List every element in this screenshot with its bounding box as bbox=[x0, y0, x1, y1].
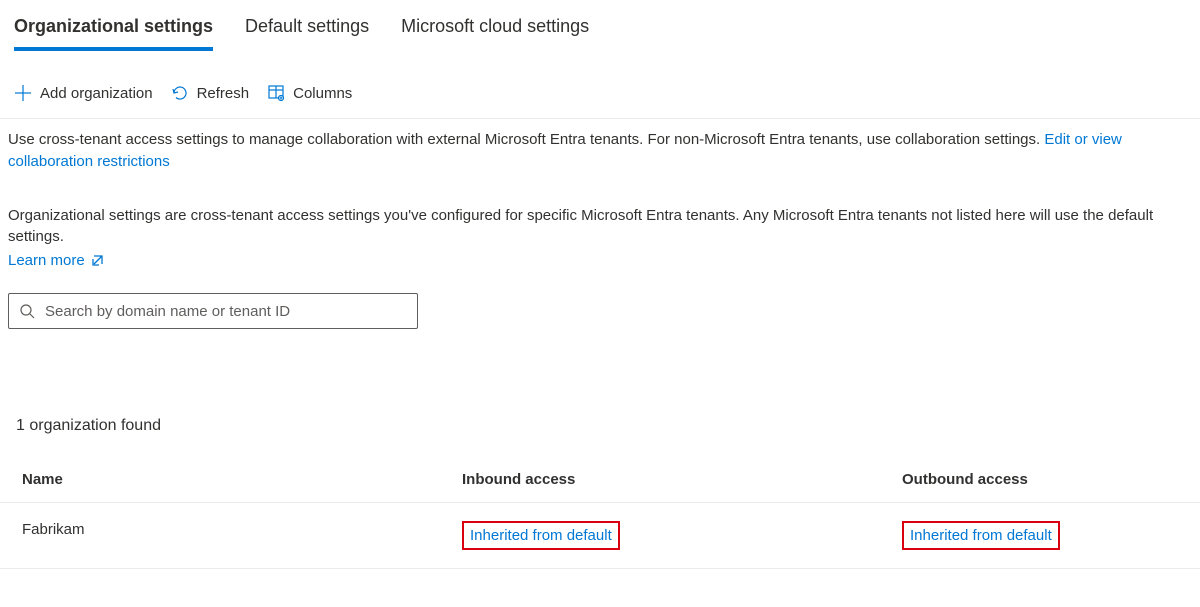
columns-button[interactable]: Columns bbox=[267, 84, 352, 102]
tab-default-settings[interactable]: Default settings bbox=[245, 8, 369, 51]
refresh-icon bbox=[171, 84, 189, 102]
tab-microsoft-cloud-settings[interactable]: Microsoft cloud settings bbox=[401, 8, 589, 51]
learn-more-container: Learn more bbox=[0, 248, 1200, 287]
header-inbound[interactable]: Inbound access bbox=[462, 471, 902, 488]
organizations-table: Name Inbound access Outbound access Fabr… bbox=[0, 457, 1200, 569]
tabs-container: Organizational settings Default settings… bbox=[0, 0, 1200, 52]
result-count: 1 organization found bbox=[0, 329, 1200, 457]
search-icon bbox=[19, 303, 35, 319]
description-line2: Organizational settings are cross-tenant… bbox=[8, 207, 1153, 246]
outbound-access-link[interactable]: Inherited from default bbox=[902, 521, 1060, 550]
inbound-access-link[interactable]: Inherited from default bbox=[462, 521, 620, 550]
plus-icon bbox=[14, 84, 32, 102]
learn-more-label: Learn more bbox=[8, 252, 85, 269]
cell-inbound: Inherited from default bbox=[462, 521, 902, 550]
columns-icon bbox=[267, 84, 285, 102]
table-header: Name Inbound access Outbound access bbox=[0, 457, 1200, 503]
learn-more-link[interactable]: Learn more bbox=[8, 252, 104, 269]
tab-organizational-settings[interactable]: Organizational settings bbox=[14, 8, 213, 51]
add-organization-label: Add organization bbox=[40, 85, 153, 102]
description-text-1: Use cross-tenant access settings to mana… bbox=[0, 119, 1200, 173]
header-outbound[interactable]: Outbound access bbox=[902, 471, 1178, 488]
add-organization-button[interactable]: Add organization bbox=[14, 84, 153, 102]
header-name[interactable]: Name bbox=[22, 471, 462, 488]
refresh-label: Refresh bbox=[197, 85, 250, 102]
description-line1: Use cross-tenant access settings to mana… bbox=[8, 131, 1044, 148]
search-input[interactable] bbox=[45, 303, 407, 320]
columns-label: Columns bbox=[293, 85, 352, 102]
toolbar: Add organization Refresh Columns bbox=[0, 52, 1200, 119]
refresh-button[interactable]: Refresh bbox=[171, 84, 250, 102]
external-link-icon bbox=[91, 254, 104, 267]
cell-outbound: Inherited from default bbox=[902, 521, 1178, 550]
description-text-2: Organizational settings are cross-tenant… bbox=[0, 173, 1200, 249]
search-box[interactable] bbox=[8, 293, 418, 329]
cell-name: Fabrikam bbox=[22, 521, 462, 550]
table-row: Fabrikam Inherited from default Inherite… bbox=[0, 503, 1200, 569]
